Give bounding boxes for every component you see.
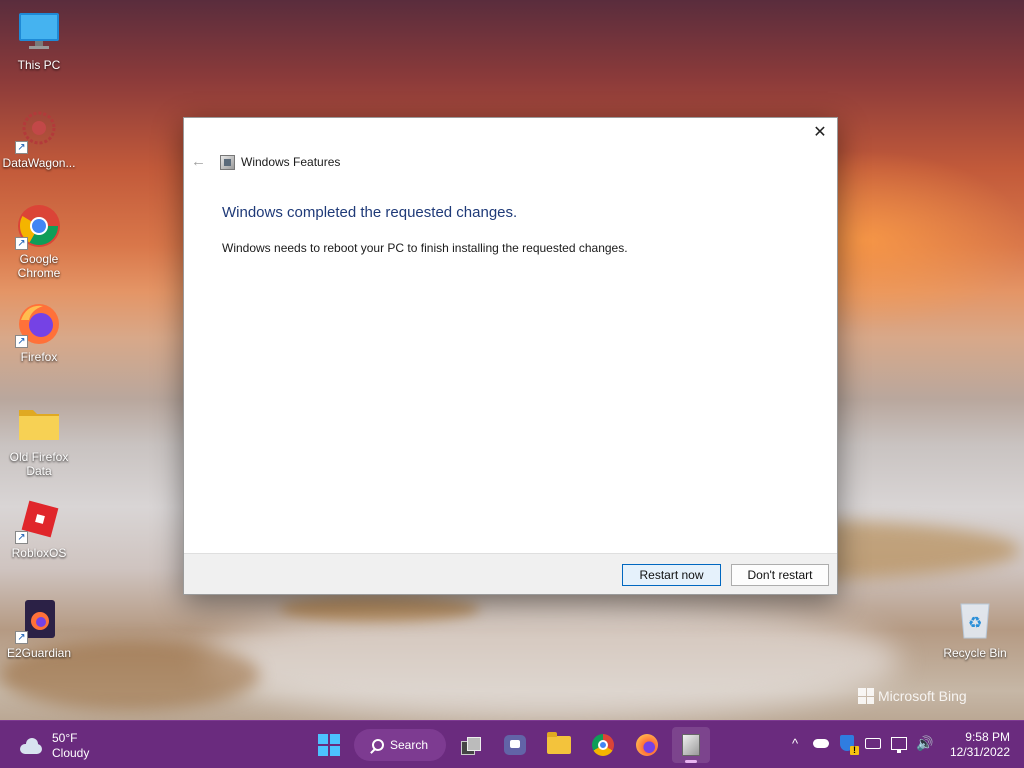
back-arrow-icon[interactable]: ←: [191, 153, 206, 170]
desktop-icon-label: This PC: [17, 58, 61, 72]
defender-warning-icon[interactable]: [838, 733, 859, 755]
recycle-bin-icon: ♻: [953, 598, 997, 642]
svg-text:♻: ♻: [968, 613, 982, 632]
desktop-icon-label: DataWagon...: [2, 156, 76, 170]
wallpaper-sand: [280, 596, 480, 622]
desktop-icon-label: Google Chrome: [17, 252, 61, 280]
folder-icon: [17, 402, 61, 446]
windows-features-icon: [220, 155, 235, 170]
weather-condition: Cloudy: [52, 746, 90, 760]
taskbar-chrome-button[interactable]: [584, 727, 622, 763]
desktop-icon-label: Firefox: [20, 350, 58, 364]
e2guardian-icon: ↗: [15, 598, 61, 644]
active-indicator: [685, 760, 697, 763]
desktop-icon-firefox[interactable]: ↗ Firefox: [1, 302, 77, 364]
firefox-icon: [636, 734, 658, 756]
desktop-icon-google-chrome[interactable]: ↗ Google Chrome: [1, 204, 77, 280]
bing-watermark: Microsoft Bing: [858, 688, 967, 704]
desktop-icon-label: Old Firefox Data: [9, 450, 69, 478]
volume-icon: 🔊: [916, 734, 934, 751]
microsoft-logo-icon: [858, 688, 874, 704]
taskbar-firefox-button[interactable]: [628, 727, 666, 763]
quick-settings-button[interactable]: 🔊: [890, 733, 934, 753]
weather-temp: 50°F: [52, 731, 78, 745]
firefox-icon: ↗: [15, 302, 61, 348]
monitor-icon: [17, 10, 61, 54]
dialog-heading: Windows completed the requested changes.: [222, 204, 518, 221]
taskbar-clock[interactable]: 9:58 PM 12/31/2022: [950, 730, 1010, 760]
desktop-icon-e2guardian[interactable]: ↗ E2Guardian: [1, 598, 77, 660]
shortcut-arrow-icon: ↗: [15, 531, 28, 544]
roblox-icon: ↗: [15, 498, 61, 544]
clock-date: 12/31/2022: [949, 745, 1010, 759]
taskbar-search-button[interactable]: Search: [354, 729, 446, 761]
windows-features-dialog: ✕ ← Windows Features Windows completed t…: [183, 117, 838, 595]
dont-restart-button[interactable]: Don't restart: [731, 564, 829, 586]
search-label: Search: [389, 738, 429, 752]
shortcut-arrow-icon: ↗: [15, 631, 28, 644]
teams-icon: [504, 735, 526, 755]
watermark-text: Microsoft Bing: [878, 688, 967, 704]
shortcut-arrow-icon: ↗: [15, 141, 28, 154]
windows-logo-icon: [318, 734, 340, 756]
desktop-icon-robloxos[interactable]: ↗ RobloxOS: [1, 498, 77, 560]
close-icon[interactable]: ✕: [809, 122, 831, 144]
clock-time: 9:58 PM: [965, 730, 1010, 744]
chrome-icon: [592, 734, 614, 756]
search-icon: [371, 739, 384, 751]
onedrive-icon[interactable]: [812, 733, 830, 753]
desktop-icon-old-firefox-data[interactable]: Old Firefox Data: [1, 402, 77, 478]
desktop-icon-label: RobloxOS: [11, 546, 67, 560]
desktop-icon-label: E2Guardian: [6, 646, 72, 660]
desktop-icon-recycle-bin[interactable]: ♻ Recycle Bin: [937, 598, 1013, 660]
wallpaper-snow: [200, 600, 900, 720]
teams-chat-button[interactable]: [496, 727, 534, 763]
windows-features-icon: [682, 734, 700, 756]
dialog-message: Windows needs to reboot your PC to finis…: [222, 241, 628, 255]
task-view-button[interactable]: [452, 727, 490, 763]
dialog-title: Windows Features: [241, 155, 341, 169]
show-hidden-icons-chevron-icon[interactable]: ^: [786, 733, 804, 753]
keyboard-icon[interactable]: [864, 733, 882, 753]
desktop-icon-this-pc[interactable]: This PC: [1, 10, 77, 72]
restart-now-button[interactable]: Restart now: [622, 564, 721, 586]
desktop-icon-datawagon[interactable]: ↗ DataWagon...: [1, 108, 77, 170]
dialog-footer: Restart now Don't restart: [184, 553, 837, 594]
cloud-icon: [18, 738, 44, 754]
start-button[interactable]: [310, 727, 348, 763]
file-explorer-button[interactable]: [540, 727, 578, 763]
file-explorer-icon: [547, 732, 571, 754]
datawagon-icon: ↗: [15, 108, 61, 154]
system-tray: ^ 🔊: [786, 733, 934, 755]
taskbar-windows-features-button[interactable]: [672, 727, 710, 763]
taskbar: 50°F Cloudy Search ^ ! 🔊 9:58 PM 12/31/2…: [0, 720, 1024, 768]
shortcut-arrow-icon: ↗: [15, 335, 28, 348]
chrome-icon: ↗: [15, 204, 61, 250]
task-view-icon: [461, 737, 481, 755]
desktop-icon-label: Recycle Bin: [943, 646, 1007, 660]
taskbar-apps: Search: [310, 727, 710, 763]
network-icon: [890, 733, 908, 753]
weather-widget[interactable]: 50°F Cloudy: [18, 731, 89, 761]
shortcut-arrow-icon: ↗: [15, 237, 28, 250]
